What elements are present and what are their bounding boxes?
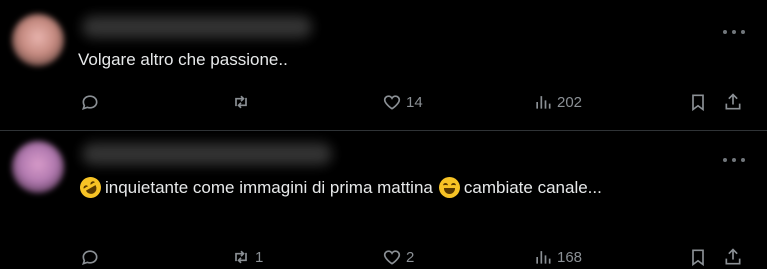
reply-icon xyxy=(82,250,98,265)
views-icon xyxy=(536,96,551,109)
rolling-on-floor-laughing-emoji xyxy=(76,173,105,202)
like-button[interactable]: 2 xyxy=(382,245,414,269)
like-count: 14 xyxy=(406,93,423,111)
share-icon xyxy=(725,93,741,110)
share-button[interactable] xyxy=(723,245,743,269)
reply-button[interactable] xyxy=(80,90,104,114)
more-options-icon[interactable] xyxy=(723,28,745,36)
post-actions: 14 202 xyxy=(0,90,767,114)
bookmark-icon xyxy=(692,249,704,267)
more-options-icon[interactable] xyxy=(723,156,745,164)
post-text: inquietante come immagini di prima matti… xyxy=(76,173,602,202)
like-button[interactable]: 14 xyxy=(382,90,423,114)
repost-button[interactable]: 1 xyxy=(231,245,263,269)
blurred-username xyxy=(82,16,312,38)
share-button[interactable] xyxy=(723,90,743,114)
avatar[interactable] xyxy=(12,14,64,66)
heart-icon xyxy=(383,250,401,265)
like-count: 2 xyxy=(406,248,415,266)
post-text: Volgare altro che passione.. xyxy=(78,50,288,69)
views-button[interactable]: 202 xyxy=(533,90,582,114)
repost-count: 1 xyxy=(255,248,264,266)
views-button[interactable]: 168 xyxy=(533,245,582,269)
bookmark-button[interactable] xyxy=(688,245,708,269)
repost-icon xyxy=(235,95,247,109)
heart-icon xyxy=(383,95,401,110)
avatar[interactable] xyxy=(12,141,64,193)
blurred-username xyxy=(82,143,332,165)
post-card[interactable]: Volgare altro che passione.. 14 202 xyxy=(0,0,767,130)
bookmark-icon xyxy=(692,94,704,112)
view-count: 202 xyxy=(557,93,583,111)
post-text-part1: inquietante come immagini di prima matti… xyxy=(105,177,433,197)
reply-button[interactable] xyxy=(80,245,104,269)
share-icon xyxy=(725,248,741,265)
post-card[interactable]: inquietante come immagini di prima matti… xyxy=(0,131,767,267)
bookmark-button[interactable] xyxy=(688,90,708,114)
repost-button[interactable] xyxy=(231,90,255,114)
reply-icon xyxy=(82,95,98,110)
views-icon xyxy=(536,251,551,264)
post-actions: 1 2 168 xyxy=(0,245,767,269)
grinning-squinting-face-emoji xyxy=(438,177,460,198)
post-text-part2: cambiate canale... xyxy=(463,177,602,197)
repost-icon xyxy=(235,250,247,264)
view-count: 168 xyxy=(557,248,583,266)
